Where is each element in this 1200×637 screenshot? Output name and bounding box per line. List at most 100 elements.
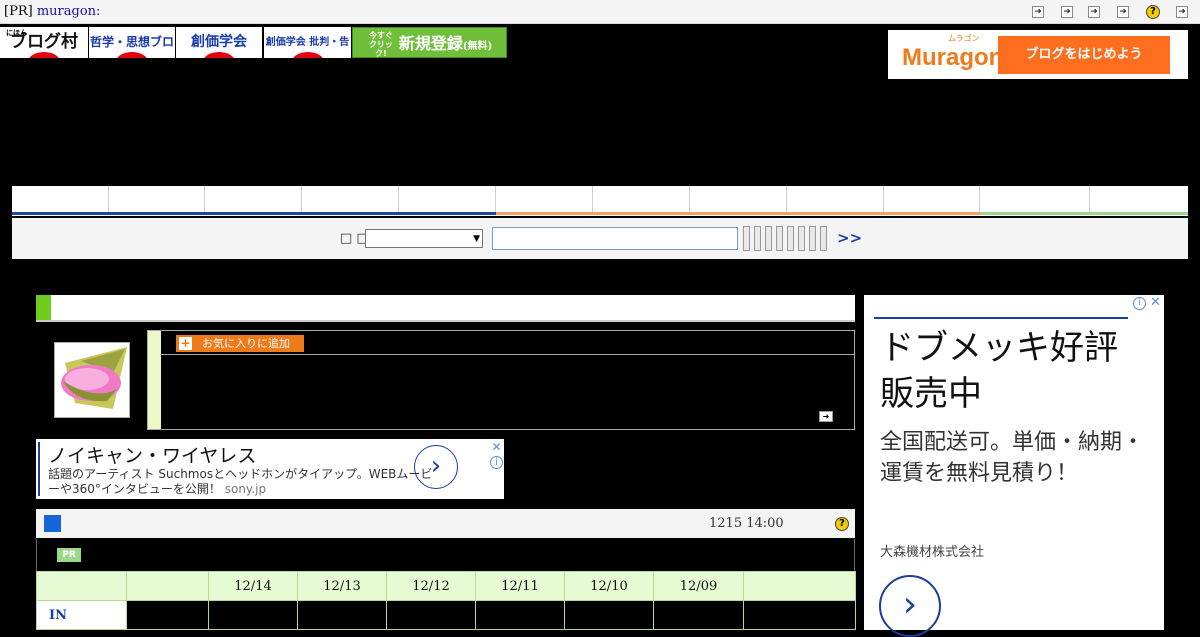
ranking-table: 12/14 12/13 12/12 12/11 12/10 12/09 IN: [36, 571, 856, 630]
search-option-button[interactable]: [798, 226, 805, 251]
search-option-button[interactable]: [743, 226, 750, 251]
search-input[interactable]: [492, 227, 738, 250]
arrow-right-icon[interactable]: ➜: [1117, 6, 1129, 18]
ranking-square-icon: [44, 515, 61, 532]
plating-ad-advertiser: 大森機材株式会社: [880, 545, 985, 560]
date-cell: 12/11: [475, 571, 565, 601]
soka-label: 創価学会: [191, 34, 247, 50]
sakura-mochi-image: [55, 343, 129, 417]
search-option-button[interactable]: [776, 226, 783, 251]
nav-tab[interactable]: [399, 186, 496, 212]
sony-ad[interactable]: ノイキャン・ワイヤレス 話題のアーティスト Suchmosとヘッドホンがタイアッ…: [36, 439, 504, 499]
chevron-down-icon: ▼: [473, 234, 480, 244]
blog-thumbnail[interactable]: [54, 342, 130, 418]
category-nav: [12, 186, 1188, 216]
table-cell: [208, 600, 298, 630]
profile-side-bar: [148, 331, 161, 429]
search-go-button[interactable]: >>: [837, 229, 862, 247]
chevron-right-icon[interactable]: ›: [414, 445, 458, 489]
pr-strip: PR: [36, 539, 855, 571]
sony-ad-description: 話題のアーティスト Suchmosとヘッドホンがタイアップ。WEBムービーや36…: [48, 467, 443, 497]
nav-tab[interactable]: [496, 186, 593, 212]
close-icon[interactable]: ✕: [490, 441, 503, 454]
nav-tab[interactable]: [205, 186, 302, 212]
help-icon[interactable]: ?: [835, 517, 849, 531]
sony-ad-source: sony.jp: [224, 482, 267, 496]
nav-tab[interactable]: [884, 186, 980, 212]
table-cell: [475, 600, 565, 630]
date-cell: 12/09: [653, 571, 744, 601]
register-small: 今すぐクリック!: [368, 31, 393, 58]
arrow-right-icon[interactable]: ➜: [1061, 6, 1073, 18]
table-cell: [564, 600, 654, 630]
start-blog-button[interactable]: ブログをはじめよう: [998, 36, 1170, 74]
nav-tab[interactable]: [1090, 186, 1188, 212]
title-accent: [36, 295, 51, 320]
nav-tab[interactable]: [980, 186, 1090, 212]
plating-ad-description: 全国配送可。単価・納期・運賃を無料見積り！: [880, 430, 1145, 486]
search-option-button[interactable]: [787, 226, 794, 251]
register-label: 新規登録: [398, 34, 463, 53]
arrow-right-icon[interactable]: ➜: [819, 411, 833, 422]
close-icon[interactable]: ✕: [1149, 296, 1162, 309]
nav-underline-orange: [496, 212, 980, 215]
nav-tab[interactable]: [12, 186, 109, 212]
add-favorite-button[interactable]: + お気に入りに追加: [176, 335, 304, 352]
ad-accent-bar: [38, 442, 40, 496]
pr-link[interactable]: muragon:: [37, 4, 101, 19]
sony-ad-title[interactable]: ノイキャン・ワイヤレス: [48, 441, 256, 468]
pr-label: [PR] muragon:: [4, 4, 100, 19]
help-icon[interactable]: ?: [1146, 5, 1160, 19]
arrow-right-icon[interactable]: ➜: [1032, 6, 1044, 18]
nav-underline-blue: [12, 212, 496, 215]
table-cell: [386, 600, 476, 630]
search-option-button[interactable]: [765, 226, 772, 251]
top-bar: [PR] muragon: ➜ ➜ ➜ ➜ ? ➜: [0, 0, 1200, 24]
info-icon[interactable]: i: [1133, 297, 1146, 310]
red-dot-icon: [291, 52, 324, 58]
blog-title-bar: [36, 295, 855, 322]
muragon-ad[interactable]: ムラゴン Muragon ブログをはじめよう: [888, 30, 1188, 79]
info-icon[interactable]: i: [490, 456, 503, 469]
table-cell: [297, 600, 387, 630]
blogmura-small: にほん: [6, 29, 27, 37]
search-category-select[interactable]: ▼: [365, 229, 483, 248]
table-cell: [743, 600, 856, 630]
nav-tab[interactable]: [109, 186, 205, 212]
red-dot-icon: [203, 52, 235, 58]
pr-badge[interactable]: PR: [57, 548, 81, 562]
divider: [161, 354, 854, 355]
table-cell: [36, 571, 127, 601]
nav-tab[interactable]: [593, 186, 690, 212]
table-cell: [653, 600, 744, 630]
soka-critique-banner[interactable]: 創価学会 批判・告発: [264, 27, 351, 58]
register-suffix: (無料): [462, 41, 493, 52]
in-row-label: IN: [36, 600, 127, 630]
search-bar: □ □ ▼ >>: [12, 218, 1188, 259]
muragon-logo: Muragon: [902, 44, 1004, 71]
table-cell: [126, 600, 209, 630]
search-option-button[interactable]: [809, 226, 816, 251]
nav-tab[interactable]: [690, 186, 787, 212]
search-option-button[interactable]: [820, 226, 827, 251]
soka-banner[interactable]: 創価学会: [176, 27, 262, 58]
table-cell: [126, 571, 209, 601]
arrow-right-icon[interactable]: ➜: [1088, 6, 1100, 18]
philosophy-banner[interactable]: 哲学・思想ブログ: [89, 27, 175, 58]
add-favorite-label: お気に入りに追加: [202, 337, 290, 350]
ranking-header-row: 12/14 12/13 12/12 12/11 12/10 12/09: [36, 571, 856, 601]
plating-ad[interactable]: i ✕ ドブメッキ好評販売中 全国配送可。単価・納期・運賃を無料見積り！ 大森機…: [864, 295, 1164, 637]
register-banner[interactable]: 今すぐクリック! 新規登録(無料): [352, 27, 507, 58]
nav-underline-green: [980, 212, 1188, 215]
plus-icon: +: [179, 336, 192, 350]
muragon-ruby: ムラゴン: [948, 34, 980, 43]
arrow-right-icon[interactable]: ➜: [1176, 6, 1188, 18]
red-dot-icon: [28, 52, 60, 58]
profile-box: + お気に入りに追加 ➜: [147, 330, 855, 430]
nav-tab[interactable]: [787, 186, 884, 212]
chevron-right-icon[interactable]: ›: [879, 575, 941, 637]
blogmura-banner[interactable]: にほん ブログ村: [0, 27, 88, 58]
nav-tab[interactable]: [302, 186, 399, 212]
plating-ad-title[interactable]: ドブメッキ好評販売中: [880, 325, 1150, 417]
search-option-button[interactable]: [754, 226, 761, 251]
